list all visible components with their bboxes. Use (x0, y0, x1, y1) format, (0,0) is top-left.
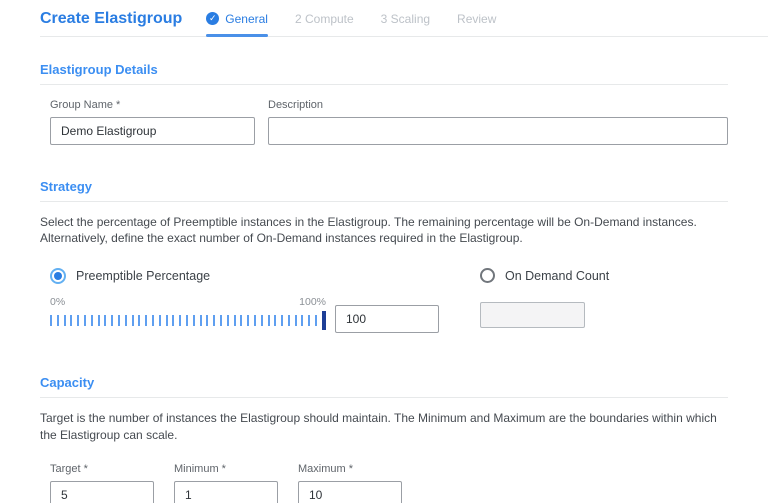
minimum-field: Minimum * (174, 463, 278, 503)
slider-tick (206, 315, 208, 326)
description-input[interactable] (268, 117, 728, 145)
slider-tick (84, 315, 86, 326)
maximum-field: Maximum * (298, 463, 402, 503)
radio-preemptible-label: Preemptible Percentage (76, 269, 210, 283)
slider-tick (152, 315, 154, 326)
slider-tick (281, 315, 283, 326)
tab-compute[interactable]: 2 Compute (295, 0, 354, 37)
capacity-description: Target is the number of instances the El… (40, 410, 728, 442)
tab-compute-label: 2 Compute (295, 12, 354, 26)
description-label: Description (268, 99, 728, 111)
group-name-field: Group Name * (50, 99, 255, 145)
slider-tick (227, 315, 229, 326)
on-demand-count-input (480, 302, 585, 328)
slider-tick (179, 315, 181, 326)
group-name-input[interactable] (50, 117, 255, 145)
slider-tick (98, 315, 100, 326)
maximum-input[interactable] (298, 481, 402, 503)
preemptible-percentage-input[interactable] (335, 305, 439, 333)
slider-tick (138, 315, 140, 326)
slider-tick (186, 315, 188, 326)
slider-tick (213, 315, 215, 326)
capacity-section-heading: Capacity (40, 375, 728, 398)
maximum-label: Maximum * (298, 463, 402, 475)
slider-tick (220, 315, 222, 326)
wizard-header: Create Elastigroup ✓ General 2 Compute 3… (0, 0, 768, 37)
slider-tick (172, 315, 174, 326)
page-title: Create Elastigroup (40, 10, 182, 28)
slider-tick (118, 315, 120, 326)
slider-tick (193, 315, 195, 326)
slider-tick (57, 315, 59, 326)
slider-tick (247, 315, 249, 326)
minimum-input[interactable] (174, 481, 278, 503)
slider-tick (159, 315, 161, 326)
slider-tick (261, 315, 263, 326)
preemptible-percentage-slider: 0% 100% (50, 296, 326, 330)
target-input[interactable] (50, 481, 154, 503)
slider-min-label: 0% (50, 296, 65, 308)
slider-tick (315, 315, 317, 326)
tab-general-label: General (225, 12, 268, 26)
target-label: Target * (50, 463, 154, 475)
slider-tick (308, 315, 310, 326)
slider-tick (295, 315, 297, 326)
radio-preemptible-percentage[interactable]: Preemptible Percentage (50, 268, 445, 284)
slider-tick (240, 315, 242, 326)
strategy-description: Select the percentage of Preemptible ins… (40, 214, 728, 246)
tab-review-label: Review (457, 12, 496, 26)
check-icon: ✓ (206, 12, 219, 25)
slider-tick (64, 315, 66, 326)
slider-tick (254, 315, 256, 326)
slider-tick (288, 315, 290, 326)
slider-tick (104, 315, 106, 326)
radio-on-demand-label: On Demand Count (505, 269, 609, 283)
minimum-label: Minimum * (174, 463, 278, 475)
slider-tick (145, 315, 147, 326)
radio-on-demand-count[interactable]: On Demand Count (480, 268, 609, 283)
tab-scaling[interactable]: 3 Scaling (381, 0, 430, 37)
slider-max-label: 100% (299, 296, 326, 308)
section-capacity: Capacity Target is the number of instanc… (40, 375, 728, 503)
slider-tick (200, 315, 202, 326)
slider-tick (166, 315, 168, 326)
slider-handle[interactable] (322, 311, 326, 330)
preemptible-option-block: Preemptible Percentage 0% 100% (50, 268, 445, 333)
wizard-tabs: ✓ General 2 Compute 3 Scaling Review (206, 0, 496, 37)
section-elastigroup-details: Elastigroup Details Group Name * Descrip… (40, 62, 728, 145)
slider-tick (132, 315, 134, 326)
slider-tick (70, 315, 72, 326)
slider-tick (91, 315, 93, 326)
target-field: Target * (50, 463, 154, 503)
slider-tick (234, 315, 236, 326)
slider-tick (77, 315, 79, 326)
tab-general[interactable]: ✓ General (206, 0, 268, 37)
radio-unselected-icon (480, 268, 495, 283)
tab-review[interactable]: Review (457, 0, 496, 37)
radio-selected-icon (50, 268, 66, 284)
slider-tick (301, 315, 303, 326)
group-name-label: Group Name * (50, 99, 255, 111)
slider-tick (50, 315, 52, 326)
section-strategy: Strategy Select the percentage of Preemp… (40, 179, 728, 333)
slider-tick (274, 315, 276, 326)
on-demand-option-block: On Demand Count (480, 268, 609, 333)
slider-tick (268, 315, 270, 326)
slider-ticks[interactable] (50, 311, 326, 330)
slider-tick (111, 315, 113, 326)
slider-tick (125, 315, 127, 326)
strategy-section-heading: Strategy (40, 179, 728, 202)
description-field: Description (268, 99, 728, 145)
tab-scaling-label: 3 Scaling (381, 12, 430, 26)
details-section-heading: Elastigroup Details (40, 62, 728, 85)
